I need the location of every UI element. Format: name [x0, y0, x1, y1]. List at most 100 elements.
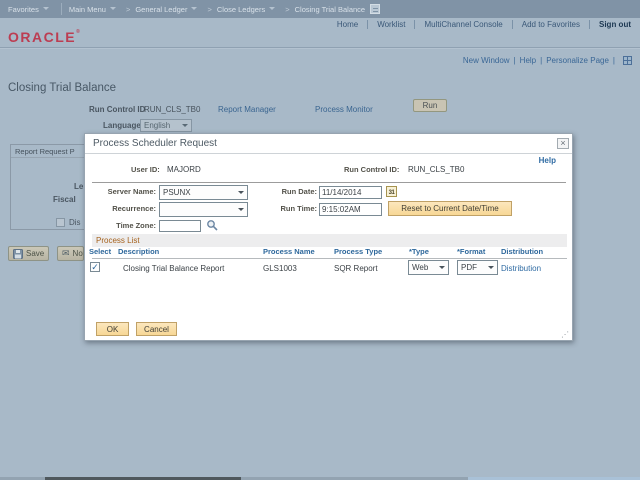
divider [367, 20, 369, 29]
row-process-type: SQR Report [334, 264, 378, 273]
row-process-name: GLS1003 [263, 264, 297, 273]
process-scheduler-request-dialog: Process Scheduler Request Help User ID: … [84, 133, 573, 341]
language-value: English [144, 121, 171, 130]
layout-grid-icon[interactable] [623, 56, 632, 65]
chevron-down-icon [439, 266, 445, 269]
run-date-input[interactable]: 11/14/2014 [319, 186, 382, 199]
menu-favorites[interactable]: Favorites [8, 5, 39, 14]
notepad-icon[interactable] [370, 4, 381, 14]
format-select[interactable]: PDF [457, 260, 498, 275]
select-checkbox[interactable] [90, 262, 100, 272]
run-button[interactable]: Run [413, 99, 447, 112]
divider: | [513, 56, 516, 65]
display-label-partial: Dis [69, 218, 81, 227]
process-list-title: Process List [96, 236, 140, 245]
floppy-disk-icon [13, 248, 23, 259]
process-monitor-link[interactable]: Process Monitor [315, 105, 373, 114]
link-sign-out[interactable]: Sign out [599, 20, 631, 29]
link-help[interactable]: Help [520, 56, 536, 65]
calendar-icon[interactable] [386, 186, 397, 197]
server-name-label: Server Name: [107, 187, 156, 196]
link-home[interactable]: Home [337, 20, 358, 29]
display-checkbox[interactable] [56, 218, 65, 227]
recurrence-select[interactable] [159, 202, 248, 217]
run-control-id-value: RUN_CLS_TB0 [408, 165, 465, 174]
link-new-window[interactable]: New Window [463, 56, 510, 65]
col-format: *Format [457, 247, 486, 256]
menu-main-menu[interactable]: Main Menu [69, 5, 106, 14]
user-id-label: User ID: [131, 165, 160, 174]
save-button-label: Save [26, 249, 45, 258]
breadcrumb-separator: > [285, 4, 290, 14]
resize-handle[interactable] [561, 330, 569, 339]
save-button[interactable]: Save [8, 246, 50, 261]
row-description: Closing Trial Balance Report [123, 264, 225, 273]
reset-datetime-button[interactable]: Reset to Current Date/Time [388, 201, 512, 216]
link-multichannel-console[interactable]: MultiChannel Console [424, 20, 502, 29]
chevron-down-icon [488, 266, 494, 269]
breadcrumb-closing-trial-balance[interactable]: Closing Trial Balance [295, 5, 365, 14]
divider [92, 258, 567, 259]
breadcrumb-close-ledgers[interactable]: Close Ledgers [217, 5, 265, 14]
chevron-down-icon [191, 7, 198, 10]
divider [92, 182, 566, 183]
run-control-id-value: RUN_CLS_TB0 [144, 105, 201, 114]
col-process-type: Process Type [334, 247, 383, 256]
envelope-icon: ✉ [62, 248, 70, 258]
process-list-header-bar: Process List [92, 234, 567, 247]
col-distribution: Distribution [501, 247, 544, 256]
link-worklist[interactable]: Worklist [377, 20, 405, 29]
header-links: Home Worklist MultiChannel Console Add t… [337, 20, 631, 29]
server-name-value: PSUNX [163, 188, 191, 197]
type-value: Web [412, 263, 429, 272]
run-time-label: Run Time: [280, 204, 317, 213]
divider: | [612, 56, 615, 65]
lookup-magnifier-icon[interactable] [206, 219, 219, 232]
divider [589, 20, 590, 29]
time-zone-label: Time Zone: [116, 221, 156, 230]
run-control-id-label: Run Control ID [89, 105, 146, 114]
chevron-down-icon [182, 124, 188, 127]
chevron-down-icon [238, 208, 244, 211]
breadcrumb-general-ledger[interactable]: General Ledger [135, 5, 187, 14]
distribution-link[interactable]: Distribution [501, 264, 541, 273]
link-personalize-page[interactable]: Personalize Page [546, 56, 609, 65]
run-control-id-label: Run Control ID: [344, 165, 400, 174]
language-select[interactable]: English [140, 119, 192, 132]
notify-button[interactable]: ✉ Noti [57, 246, 84, 261]
col-select: Select [89, 247, 112, 256]
breadcrumb-separator: > [207, 4, 212, 14]
user-id-value: MAJORD [167, 165, 201, 174]
divider [0, 48, 640, 49]
dialog-help-link[interactable]: Help [539, 156, 556, 165]
language-label: Language [103, 121, 141, 130]
notify-button-label: Noti [72, 249, 83, 258]
dialog-title: Process Scheduler Request [93, 138, 217, 149]
format-value: PDF [461, 263, 477, 272]
col-description: Description [118, 247, 160, 256]
cancel-button[interactable]: Cancel [136, 322, 177, 336]
close-icon[interactable] [557, 138, 569, 149]
run-time-input[interactable]: 9:15:02AM [319, 203, 382, 216]
server-name-select[interactable]: PSUNX [159, 185, 248, 200]
chevron-down-icon [238, 191, 244, 194]
link-add-to-favorites[interactable]: Add to Favorites [522, 20, 580, 29]
chevron-down-icon [109, 7, 116, 10]
col-type: *Type [409, 247, 429, 256]
divider [414, 20, 416, 29]
type-select[interactable]: Web [408, 260, 449, 275]
fiscal-year-label-partial: Fiscal [53, 195, 76, 204]
page-toolbar-links: New Window | Help | Personalize Page | [463, 56, 632, 65]
time-zone-input[interactable] [159, 220, 201, 232]
ledger-label-partial: Le [74, 182, 84, 191]
col-process-name: Process Name [263, 247, 315, 256]
breadcrumb: Favorites Main Menu > General Ledger > C… [0, 0, 640, 18]
divider [85, 153, 572, 154]
page-title: Closing Trial Balance [8, 82, 117, 94]
divider: | [540, 56, 543, 65]
oracle-logo: ORACLE [8, 29, 80, 45]
report-manager-link[interactable]: Report Manager [218, 105, 276, 114]
divider [60, 3, 62, 15]
chevron-down-icon [42, 7, 49, 10]
ok-button[interactable]: OK [96, 322, 129, 336]
